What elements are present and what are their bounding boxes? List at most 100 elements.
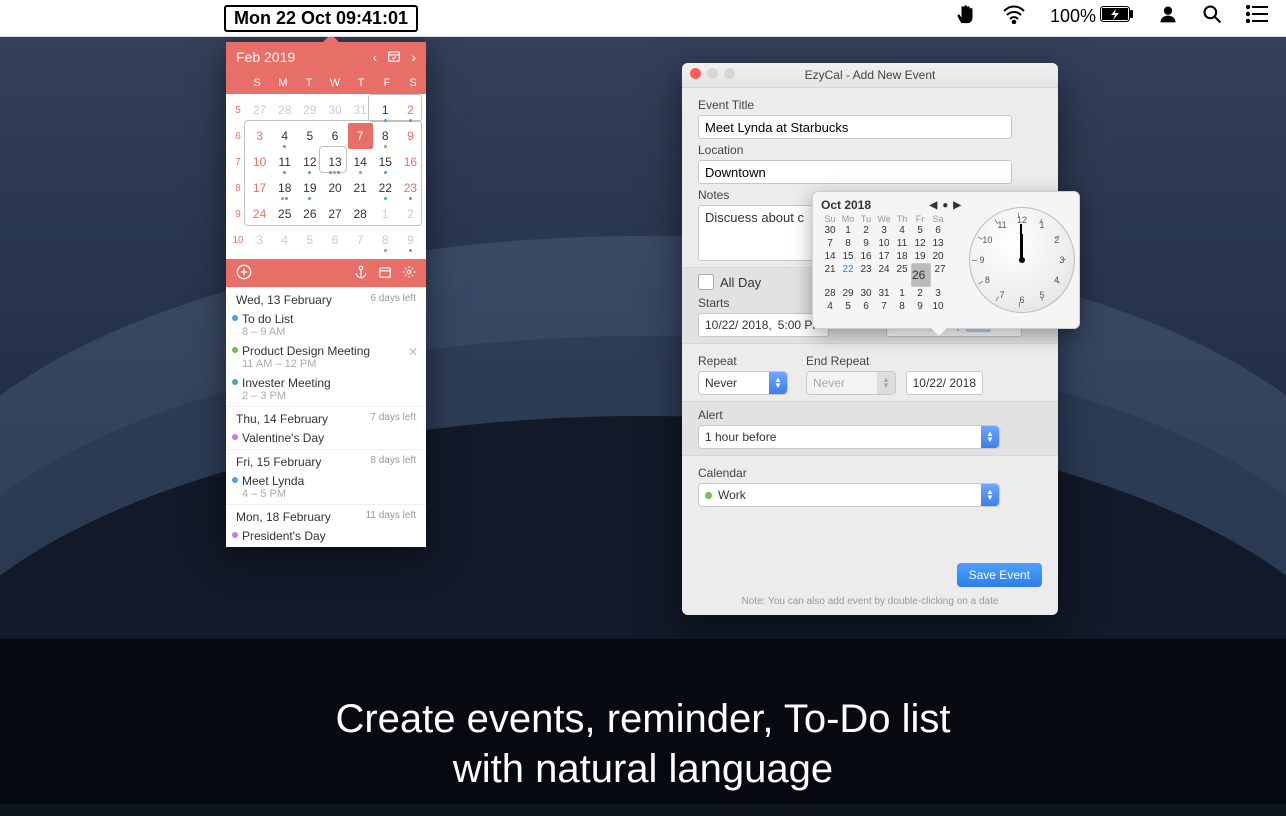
mini-cal-day[interactable]: 4: [821, 300, 839, 313]
calendar-day[interactable]: 5: [297, 123, 322, 149]
calendar-day[interactable]: 3: [247, 227, 272, 253]
mini-cal-day[interactable]: 3: [875, 224, 893, 237]
calendar-day[interactable]: 5: [297, 227, 322, 253]
calendar-day[interactable]: 3: [247, 123, 272, 149]
mini-cal-day[interactable]: 8: [893, 300, 911, 313]
mini-today-icon[interactable]: ●: [942, 200, 948, 211]
calendar-grid[interactable]: 5272829303112634567897101112131415168171…: [226, 94, 426, 259]
mini-cal-day[interactable]: 18: [893, 250, 911, 263]
calendar-day[interactable]: 31: [348, 97, 373, 123]
mini-cal-day[interactable]: 9: [911, 300, 929, 313]
mini-cal-day[interactable]: 20: [929, 250, 947, 263]
event-item[interactable]: Valentine's Day: [226, 429, 426, 449]
calendar-day[interactable]: 25: [272, 201, 297, 227]
mini-cal-day[interactable]: 19: [911, 250, 929, 263]
calendar-day[interactable]: 20: [322, 175, 347, 201]
start-datetime[interactable]: 10/22/ 2018, 5:00 PM: [698, 313, 829, 337]
battery-status[interactable]: 100%: [1050, 6, 1134, 27]
mini-cal-day[interactable]: 1: [893, 287, 911, 300]
mini-cal-day[interactable]: 17: [875, 250, 893, 263]
mini-next-icon[interactable]: ▶: [953, 200, 961, 211]
window-titlebar[interactable]: EzyCal - Add New Event: [682, 63, 1058, 88]
mini-cal-day[interactable]: 30: [857, 287, 875, 300]
event-item[interactable]: Meet Lynda4 – 5 PM: [226, 472, 426, 504]
calendar-day[interactable]: 19: [297, 175, 322, 201]
mini-cal-day[interactable]: 3: [929, 287, 947, 300]
calendar-day[interactable]: 10: [247, 149, 272, 175]
next-month-icon[interactable]: ›: [411, 49, 416, 65]
calendar-day[interactable]: 1: [373, 201, 398, 227]
mini-cal-day[interactable]: 30: [821, 224, 839, 237]
calendar-day[interactable]: 8: [373, 227, 398, 253]
calendar-day[interactable]: 28: [348, 201, 373, 227]
mini-cal-day[interactable]: 27: [931, 263, 949, 287]
mini-cal-day[interactable]: 21: [821, 263, 839, 287]
calendar-day[interactable]: 17: [247, 175, 272, 201]
calendar-day[interactable]: 1: [373, 97, 398, 123]
hand-icon[interactable]: [956, 3, 978, 30]
mini-cal-day[interactable]: 10: [929, 300, 947, 313]
calendar-day[interactable]: 15: [373, 149, 398, 175]
calendar-day[interactable]: 6: [322, 227, 347, 253]
mini-cal-day[interactable]: 1: [839, 224, 857, 237]
mini-cal-day[interactable]: 5: [911, 224, 929, 237]
event-list[interactable]: Wed, 13 February6 days leftTo do List8 –…: [226, 287, 426, 547]
mini-cal-day[interactable]: 5: [839, 300, 857, 313]
menubar-clock[interactable]: Mon 22 Oct 09:41:01: [224, 5, 418, 32]
calendar-day[interactable]: 4: [272, 123, 297, 149]
mini-cal-day[interactable]: 13: [929, 237, 947, 250]
calendar-day[interactable]: 27: [247, 97, 272, 123]
calendar-day[interactable]: 22: [373, 175, 398, 201]
calendar-day[interactable]: 4: [272, 227, 297, 253]
mini-cal-day[interactable]: 8: [839, 237, 857, 250]
mini-cal-day[interactable]: 28: [821, 287, 839, 300]
calendar-day[interactable]: 2: [398, 97, 423, 123]
mini-cal-day[interactable]: 31: [875, 287, 893, 300]
user-icon[interactable]: [1158, 4, 1178, 29]
calendar-day[interactable]: 26: [297, 201, 322, 227]
mini-cal-day[interactable]: 6: [929, 224, 947, 237]
calendar-day[interactable]: 11: [272, 149, 297, 175]
repeat-select[interactable]: Never▲▼: [698, 371, 788, 395]
event-title-input[interactable]: [698, 115, 1012, 139]
anchor-icon[interactable]: [354, 265, 368, 282]
calendar-day[interactable]: 24: [247, 201, 272, 227]
event-item[interactable]: Invester Meeting2 – 3 PM: [226, 374, 426, 406]
close-icon[interactable]: ✕: [408, 345, 418, 359]
wifi-icon[interactable]: [1002, 4, 1026, 29]
mini-cal-day[interactable]: 24: [875, 263, 893, 287]
calendar-day[interactable]: 29: [297, 97, 322, 123]
calendar-select[interactable]: Work▲▼: [698, 483, 1000, 507]
mini-cal-day[interactable]: 10: [875, 237, 893, 250]
calendar-day[interactable]: 13: [322, 149, 347, 175]
mini-cal-day[interactable]: 16: [857, 250, 875, 263]
mini-cal-day[interactable]: 9: [857, 237, 875, 250]
calendar-day[interactable]: 12: [297, 149, 322, 175]
end-repeat-select[interactable]: Never▲▼: [806, 371, 896, 395]
calendar-day[interactable]: 18: [272, 175, 297, 201]
alert-select[interactable]: 1 hour before▲▼: [698, 425, 1000, 449]
zoom-button[interactable]: [724, 68, 735, 79]
mini-cal-day[interactable]: 6: [857, 300, 875, 313]
calendar-day[interactable]: 28: [272, 97, 297, 123]
mini-cal-day[interactable]: 4: [893, 224, 911, 237]
mini-cal-day[interactable]: 7: [821, 237, 839, 250]
calendar-day[interactable]: 27: [322, 201, 347, 227]
calendar-day[interactable]: 9: [398, 227, 423, 253]
mini-cal-day[interactable]: 25: [893, 263, 911, 287]
calendar-day[interactable]: 9: [398, 123, 423, 149]
mini-cal-day[interactable]: 26: [911, 263, 931, 287]
mini-calendar[interactable]: Oct 2018 ◀●▶ SuMoTuWeThFrSa 301234567891…: [813, 192, 965, 328]
mini-cal-day[interactable]: 7: [875, 300, 893, 313]
menu-icon[interactable]: [1246, 5, 1268, 28]
mini-cal-day[interactable]: 11: [893, 237, 911, 250]
close-button[interactable]: [690, 68, 701, 79]
calendar-day[interactable]: 2: [398, 201, 423, 227]
event-item[interactable]: President's Day: [226, 527, 426, 547]
mini-cal-day[interactable]: 29: [839, 287, 857, 300]
event-item[interactable]: Product Design Meeting11 AM – 12 PM✕: [226, 342, 426, 374]
gear-icon[interactable]: [402, 265, 416, 282]
calendar-day[interactable]: 21: [348, 175, 373, 201]
prev-month-icon[interactable]: ‹: [373, 49, 378, 65]
calendar-day[interactable]: 16: [398, 149, 423, 175]
